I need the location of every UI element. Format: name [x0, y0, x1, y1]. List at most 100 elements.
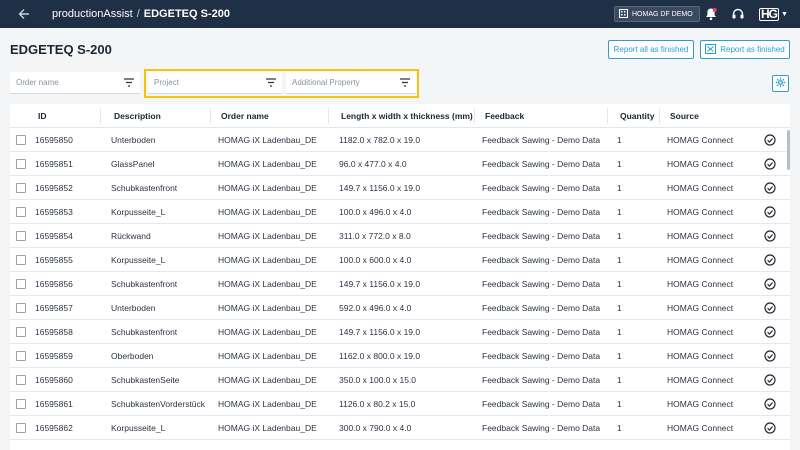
row-checkbox[interactable] [16, 327, 26, 337]
cell-id: 16595850 [35, 135, 73, 145]
row-checkbox[interactable] [16, 303, 26, 313]
row-checkbox[interactable] [16, 135, 26, 145]
cell-dimensions: 1182.0 x 782.0 x 19.0 [339, 135, 421, 145]
row-checkbox[interactable] [16, 159, 26, 169]
check-circle-icon[interactable] [764, 374, 776, 386]
cell-order-name: HOMAG iX Ladenbau_DE [218, 423, 317, 433]
col-dimensions[interactable]: Length x width x thickness (mm) [341, 104, 473, 128]
cell-source: HOMAG Connect [667, 327, 734, 337]
user-menu[interactable]: HG ▼ [759, 6, 788, 22]
check-circle-icon[interactable] [764, 254, 776, 266]
cell-source: HOMAG Connect [667, 375, 734, 385]
back-arrow-icon[interactable] [16, 6, 32, 22]
breadcrumb-app[interactable]: productionAssist [52, 8, 133, 20]
chevron-down-icon: ▼ [781, 10, 788, 18]
support-headset-icon[interactable] [731, 7, 745, 21]
table-row[interactable]: 16595851 GlassPanel HOMAG iX Ladenbau_DE 96… [10, 152, 790, 176]
row-checkbox[interactable] [16, 351, 26, 361]
cell-order-name: HOMAG iX Ladenbau_DE [218, 183, 317, 193]
row-checkbox[interactable] [16, 423, 26, 433]
col-quantity[interactable]: Quantity [620, 104, 654, 128]
check-circle-icon[interactable] [764, 350, 776, 362]
row-checkbox[interactable] [16, 207, 26, 217]
table-row[interactable]: 16595858 Schubkastenfront HOMAG iX Ladenba… [10, 320, 790, 344]
check-circle-icon[interactable] [764, 398, 776, 410]
check-circle-icon[interactable] [764, 230, 776, 242]
order-name-filter[interactable]: Order name [10, 72, 140, 94]
check-circle-icon[interactable] [764, 158, 776, 170]
row-checkbox[interactable] [16, 375, 26, 385]
table-settings-button[interactable] [772, 75, 789, 92]
check-circle-icon[interactable] [764, 206, 776, 218]
table-row[interactable]: 16595860 SchubkastenSeite HOMAG iX Ladenba… [10, 368, 790, 392]
col-order-name[interactable]: Order name [221, 104, 269, 128]
table-row[interactable]: 16595854 Rückwand HOMAG iX Ladenbau_DE 311.… [10, 224, 790, 248]
row-checkbox[interactable] [16, 255, 26, 265]
cell-source: HOMAG Connect [667, 303, 734, 313]
table-row[interactable]: 16595850 Unterboden HOMAG iX Ladenbau_DE 11… [10, 128, 790, 152]
report-all-finished-button[interactable]: Report all as finished [608, 40, 694, 59]
highlight-frame [144, 69, 419, 98]
col-description[interactable]: Description [114, 104, 161, 128]
cell-order-name: HOMAG iX Ladenbau_DE [218, 135, 317, 145]
cell-feedback: Feedback Sawing - Demo Data [482, 159, 601, 169]
check-circle-icon[interactable] [764, 182, 776, 194]
cell-description: SchubkastenSeite [111, 375, 180, 385]
check-circle-icon[interactable] [764, 278, 776, 290]
row-checkbox[interactable] [16, 183, 26, 193]
table-row[interactable]: 16595855 Korpusseite_L HOMAG iX Ladenbau_D… [10, 248, 790, 272]
cell-source: HOMAG Connect [667, 423, 734, 433]
cell-order-name: HOMAG iX Ladenbau_DE [218, 279, 317, 289]
parts-table: ID Description Order name Length x width… [10, 104, 790, 450]
table-row[interactable]: 16595853 Korpusseite_L HOMAG iX Ladenbau_D… [10, 200, 790, 224]
cell-feedback: Feedback Sawing - Demo Data [482, 375, 601, 385]
cell-quantity: 1 [617, 159, 622, 169]
cell-description: Oberboden [111, 351, 154, 361]
breadcrumb-separator: / [136, 8, 140, 20]
table-row[interactable]: 16595857 Unterboden HOMAG iX Ladenbau_DE 59… [10, 296, 790, 320]
cell-quantity: 1 [617, 423, 622, 433]
cell-source: HOMAG Connect [667, 207, 734, 217]
col-feedback[interactable]: Feedback [485, 104, 524, 128]
cell-quantity: 1 [617, 231, 622, 241]
cell-quantity: 1 [617, 375, 622, 385]
table-row[interactable]: 16595862 Korpusseite_L HOMAG iX Ladenbau_D… [10, 416, 790, 440]
check-circle-icon[interactable] [764, 422, 776, 434]
notification-bell-icon[interactable] [704, 7, 718, 21]
check-circle-icon[interactable] [764, 302, 776, 314]
cell-order-name: HOMAG iX Ladenbau_DE [218, 351, 317, 361]
order-name-placeholder: Order name [16, 78, 59, 87]
cell-id: 16595854 [35, 231, 73, 241]
cell-order-name: HOMAG iX Ladenbau_DE [218, 231, 317, 241]
row-checkbox[interactable] [16, 231, 26, 241]
cell-order-name: HOMAG iX Ladenbau_DE [218, 159, 317, 169]
cell-description: Schubkastenfront [111, 327, 178, 337]
gear-icon [775, 75, 786, 93]
cell-dimensions: 1126.0 x 80.2 x 15.0 [339, 399, 416, 409]
cell-source: HOMAG Connect [667, 351, 734, 361]
table-row[interactable]: 16595852 Schubkastenfront HOMAG iX Ladenba… [10, 176, 790, 200]
cell-quantity: 1 [617, 327, 622, 337]
cell-description: Korpusseite_L [111, 255, 166, 265]
table-row[interactable]: 16595856 Schubkastenfront HOMAG iX Ladenba… [10, 272, 790, 296]
table-scrollbar[interactable] [787, 130, 790, 170]
check-circle-icon[interactable] [764, 326, 776, 338]
cell-order-name: HOMAG iX Ladenbau_DE [218, 327, 317, 337]
col-id[interactable]: ID [38, 104, 47, 128]
cell-description: Unterboden [111, 303, 156, 313]
cell-dimensions: 592.0 x 496.0 x 4.0 [339, 303, 412, 313]
cell-description: Unterboden [111, 135, 156, 145]
cell-quantity: 1 [617, 183, 622, 193]
cell-id: 16595853 [35, 207, 73, 217]
building-icon [619, 8, 628, 20]
row-checkbox[interactable] [16, 279, 26, 289]
table-row[interactable]: 16595859 Oberboden HOMAG iX Ladenbau_DE 116… [10, 344, 790, 368]
tenant-selector[interactable]: HOMAG DF DEMO [614, 6, 700, 22]
report-finished-button[interactable]: Report as finished [700, 40, 790, 59]
check-circle-icon[interactable] [764, 134, 776, 146]
table-row[interactable]: 16595861 SchubkastenVorderstück HOMAG iX L… [10, 392, 790, 416]
row-checkbox[interactable] [16, 399, 26, 409]
cell-id: 16595852 [35, 183, 73, 193]
col-source[interactable]: Source [670, 104, 699, 128]
report-finished-label: Report as finished [720, 45, 785, 54]
